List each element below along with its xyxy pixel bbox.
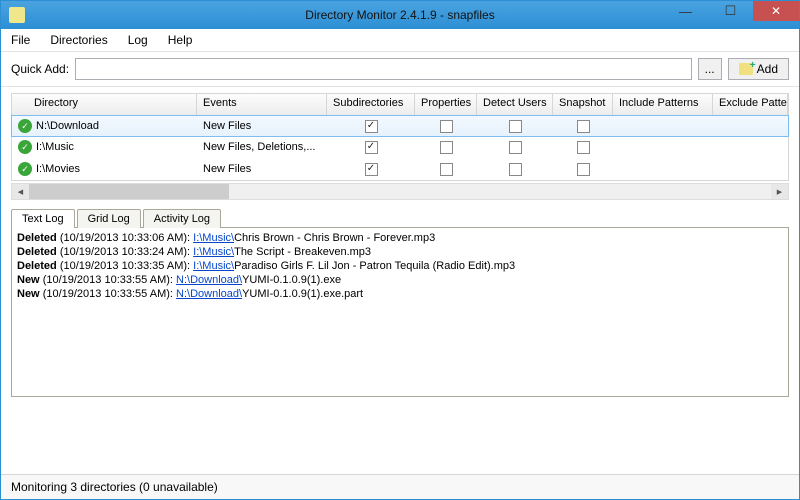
checkbox-snapshot[interactable] [577, 163, 590, 176]
status-bar: Monitoring 3 directories (0 unavailable) [1, 474, 799, 499]
log-path-link[interactable]: I:\Music\ [193, 260, 234, 272]
browse-button[interactable]: ... [698, 58, 722, 80]
add-button[interactable]: Add [728, 58, 789, 80]
quickadd-bar: Quick Add: ... Add [1, 52, 799, 87]
col-events[interactable]: Events [197, 94, 327, 115]
log-line: Deleted (10/19/2013 10:33:06 AM): I:\Mus… [17, 231, 783, 245]
log-panel[interactable]: Deleted (10/19/2013 10:33:06 AM): I:\Mus… [11, 227, 789, 397]
log-line: Deleted (10/19/2013 10:33:35 AM): I:\Mus… [17, 259, 783, 273]
log-tabs: Text Log Grid Log Activity Log [11, 208, 789, 227]
close-button[interactable]: ✕ [753, 1, 799, 21]
maximize-button[interactable]: ☐ [708, 1, 753, 21]
cell-directory: ✓I:\Music [12, 140, 197, 154]
log-filename: The Script - Breakeven.mp3 [234, 246, 371, 258]
menu-help[interactable]: Help [168, 33, 193, 47]
log-action: Deleted [17, 232, 57, 244]
titlebar: Directory Monitor 2.4.1.9 - snapfiles — … [1, 1, 799, 29]
col-directory[interactable]: Directory [12, 94, 197, 115]
checkbox-subdirectories[interactable] [365, 141, 378, 154]
menu-directories[interactable]: Directories [50, 33, 107, 47]
menu-log[interactable]: Log [128, 33, 148, 47]
quickadd-input[interactable] [75, 58, 692, 80]
col-properties[interactable]: Properties [415, 94, 477, 115]
log-path-link[interactable]: I:\Music\ [193, 232, 234, 244]
table-row[interactable]: ✓N:\DownloadNew Files [11, 115, 789, 137]
checkbox-subdirectories[interactable] [365, 163, 378, 176]
log-line: Deleted (10/19/2013 10:33:24 AM): I:\Mus… [17, 245, 783, 259]
status-ok-icon: ✓ [18, 140, 32, 154]
log-line: New (10/19/2013 10:33:55 AM): N:\Downloa… [17, 273, 783, 287]
scroll-right-icon[interactable]: ▶ [771, 184, 788, 199]
log-timestamp: (10/19/2013 10:33:24 AM): [60, 246, 190, 258]
log-filename: Paradiso Girls F. Lil Jon - Patron Tequi… [234, 260, 515, 272]
status-ok-icon: ✓ [18, 162, 32, 176]
log-timestamp: (10/19/2013 10:33:06 AM): [60, 232, 190, 244]
folder-add-icon [739, 63, 753, 75]
log-path-link[interactable]: N:\Download\ [176, 288, 242, 300]
cell-events: New Files [197, 120, 327, 132]
col-include-patterns[interactable]: Include Patterns [613, 94, 713, 115]
log-timestamp: (10/19/2013 10:33:55 AM): [43, 288, 173, 300]
checkbox-snapshot[interactable] [577, 141, 590, 154]
checkbox-detect-users[interactable] [509, 120, 522, 133]
checkbox-properties[interactable] [440, 163, 453, 176]
log-filename: YUMI-0.1.0.9(1).exe [242, 274, 341, 286]
cell-directory: ✓I:\Movies [12, 162, 197, 176]
checkbox-snapshot[interactable] [577, 120, 590, 133]
horizontal-scrollbar[interactable]: ◀ ▶ [11, 183, 789, 200]
log-action: Deleted [17, 260, 57, 272]
checkbox-properties[interactable] [440, 120, 453, 133]
menubar: File Directories Log Help [1, 29, 799, 52]
log-action: Deleted [17, 246, 57, 258]
log-timestamp: (10/19/2013 10:33:35 AM): [60, 260, 190, 272]
table-row[interactable]: ✓I:\MoviesNew Files [12, 158, 788, 180]
cell-directory: ✓N:\Download [12, 119, 197, 133]
table-header: Directory Events Subdirectories Properti… [12, 94, 788, 116]
log-path-link[interactable]: N:\Download\ [176, 274, 242, 286]
cell-events: New Files [197, 163, 327, 175]
log-timestamp: (10/19/2013 10:33:55 AM): [43, 274, 173, 286]
log-filename: Chris Brown - Chris Brown - Forever.mp3 [234, 232, 435, 244]
log-filename: YUMI-0.1.0.9(1).exe.part [242, 288, 363, 300]
tab-text-log[interactable]: Text Log [11, 209, 75, 228]
tab-grid-log[interactable]: Grid Log [77, 209, 141, 228]
col-subdirectories[interactable]: Subdirectories [327, 94, 415, 115]
menu-file[interactable]: File [11, 33, 30, 47]
tab-activity-log[interactable]: Activity Log [143, 209, 221, 228]
checkbox-detect-users[interactable] [509, 163, 522, 176]
scroll-left-icon[interactable]: ◀ [12, 184, 29, 199]
add-button-label: Add [757, 62, 778, 76]
log-action: New [17, 274, 40, 286]
quickadd-label: Quick Add: [11, 62, 69, 76]
app-icon [9, 7, 25, 23]
status-ok-icon: ✓ [18, 119, 32, 133]
checkbox-properties[interactable] [440, 141, 453, 154]
cell-events: New Files, Deletions,... [197, 141, 327, 153]
scroll-thumb[interactable] [29, 184, 229, 199]
col-exclude-patterns[interactable]: Exclude Pattern [713, 94, 788, 115]
directory-table: Directory Events Subdirectories Properti… [11, 93, 789, 181]
log-path-link[interactable]: I:\Music\ [193, 246, 234, 258]
col-snapshot[interactable]: Snapshot [553, 94, 613, 115]
log-action: New [17, 288, 40, 300]
minimize-button[interactable]: — [663, 1, 708, 21]
table-row[interactable]: ✓I:\MusicNew Files, Deletions,... [12, 136, 788, 158]
checkbox-subdirectories[interactable] [365, 120, 378, 133]
checkbox-detect-users[interactable] [509, 141, 522, 154]
col-detect-users[interactable]: Detect Users [477, 94, 553, 115]
log-line: New (10/19/2013 10:33:55 AM): N:\Downloa… [17, 287, 783, 301]
